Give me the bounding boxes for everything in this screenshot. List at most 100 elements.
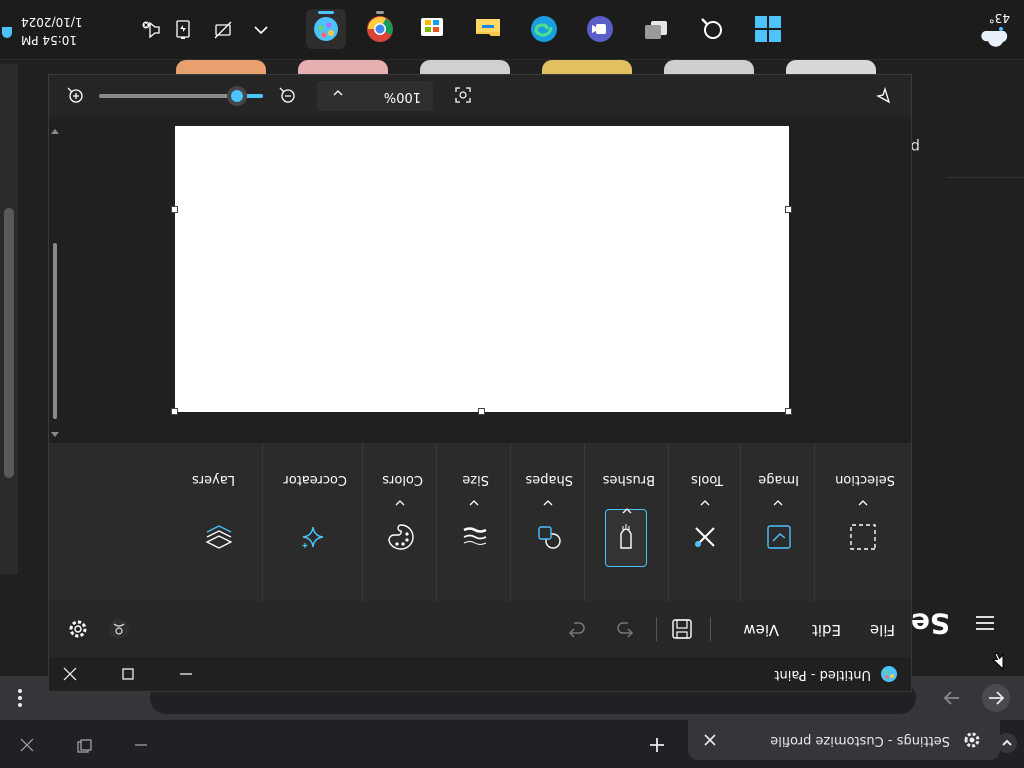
chrome-icon	[367, 16, 393, 42]
canvas-area	[49, 117, 911, 443]
image-icon[interactable]	[759, 517, 799, 557]
taskbar-chrome[interactable]	[360, 9, 400, 49]
chevron-down-icon[interactable]	[542, 500, 554, 513]
resize-handle[interactable]	[478, 408, 485, 415]
chevron-down-icon[interactable]	[468, 500, 480, 513]
shapes-icon[interactable]	[529, 517, 569, 557]
ribbon-label-image: Image	[758, 472, 799, 487]
undo-icon[interactable]	[613, 616, 639, 642]
zoom-dropdown[interactable]: 100%	[317, 81, 433, 111]
taskbar-paint[interactable]	[306, 9, 346, 49]
ribbon-group-brushes: Brushes	[584, 443, 669, 601]
layers-icon[interactable]	[199, 517, 239, 557]
ribbon-group-colors: Colors	[362, 443, 437, 601]
windows-logo-icon	[755, 16, 781, 42]
size-icon[interactable]	[455, 517, 495, 557]
menu-view[interactable]: View	[743, 621, 779, 639]
close-tab-icon[interactable]	[700, 730, 720, 750]
resize-handle[interactable]	[785, 206, 792, 213]
new-tab-icon[interactable]	[646, 734, 668, 756]
zoom-out-icon[interactable]	[277, 85, 297, 105]
scroll-down-icon[interactable]	[50, 127, 60, 137]
maximize-icon[interactable]	[117, 663, 139, 685]
taskbar-search[interactable]	[692, 9, 732, 49]
browser-tab-settings[interactable]: Settings - Customize profile	[688, 720, 1000, 760]
menu-file[interactable]: File	[870, 621, 895, 639]
close-icon[interactable]	[59, 663, 81, 685]
browser-tab-title: Settings - Customize profile	[770, 733, 950, 748]
chevron-down-icon[interactable]	[699, 500, 711, 513]
account-icon[interactable]	[109, 619, 129, 639]
page-scrollbar[interactable]	[0, 64, 18, 574]
taskbar-start[interactable]	[748, 9, 788, 49]
zoom-in-icon[interactable]	[65, 85, 85, 105]
minimize-icon[interactable]	[175, 663, 197, 685]
browser-tab-bar: Settings - Customize profile	[0, 720, 1024, 768]
drawing-canvas[interactable]	[175, 126, 789, 412]
tools-icon[interactable]	[685, 517, 725, 557]
ribbon-group-image: Image	[740, 443, 815, 601]
show-hidden-icons-chevron[interactable]	[250, 19, 272, 41]
back-button[interactable]	[982, 684, 1010, 712]
taskbar-clock[interactable]: 10:54 PM 1/10/2024	[21, 13, 121, 49]
chevron-down-icon[interactable]	[621, 508, 633, 521]
paint-statusbar: 100%	[49, 75, 911, 117]
forward-button[interactable]	[938, 684, 966, 712]
paint-titlebar: Untitled - Paint	[49, 657, 911, 691]
palette-icon[interactable]	[381, 517, 421, 557]
chevron-down-icon[interactable]	[857, 500, 869, 513]
divider	[946, 177, 1024, 178]
paint-ribbon: Selection Image Tools Brushes Shapes Siz…	[49, 443, 911, 601]
ribbon-label-cocreator: Cocreator	[283, 472, 347, 487]
taskbar-edge[interactable]	[524, 9, 564, 49]
paint-window-title: Untitled - Paint	[774, 667, 871, 682]
paint-app-icon	[879, 664, 899, 684]
taskbar-store[interactable]	[412, 9, 452, 49]
menu-dots-icon[interactable]	[6, 684, 34, 712]
restore-icon[interactable]	[74, 734, 96, 756]
ribbon-group-cocreator: Cocreator	[262, 443, 363, 601]
chevron-down-icon[interactable]	[394, 500, 406, 513]
ribbon-label-size: Size	[462, 472, 489, 487]
cloud-icon	[981, 27, 1008, 47]
fit-to-window-icon[interactable]	[453, 85, 473, 105]
taskbar-file-explorer[interactable]	[468, 9, 508, 49]
menu-divider	[656, 617, 657, 641]
ribbon-group-tools: Tools	[668, 443, 741, 601]
minimize-icon[interactable]	[130, 734, 152, 756]
edge-icon	[531, 16, 557, 42]
redo-icon[interactable]	[563, 616, 589, 642]
weather-temp: 43°	[988, 11, 1010, 25]
close-icon[interactable]	[16, 734, 38, 756]
chevron-down-icon[interactable]	[772, 500, 784, 513]
battery-icon[interactable]	[172, 19, 194, 41]
settings-gear-icon[interactable]	[65, 616, 91, 642]
scroll-up-icon[interactable]	[50, 429, 60, 439]
scrollbar-thumb[interactable]	[53, 243, 57, 419]
resize-handle[interactable]	[785, 408, 792, 415]
save-icon[interactable]	[669, 616, 695, 642]
ribbon-label-selection: Selection	[835, 472, 895, 487]
volume-muted-icon[interactable]	[140, 19, 162, 41]
gear-icon	[962, 730, 982, 750]
taskbar-teams[interactable]	[580, 9, 620, 49]
mouse-cursor-icon	[991, 652, 1004, 671]
taskbar-task-view[interactable]	[636, 9, 676, 49]
network-icon[interactable]	[212, 19, 234, 41]
resize-handle[interactable]	[171, 408, 178, 415]
hamburger-menu-icon[interactable]	[974, 612, 996, 634]
scrollbar-thumb[interactable]	[4, 208, 14, 478]
menu-edit[interactable]: Edit	[812, 621, 841, 639]
clock-time: 10:54 PM	[21, 33, 77, 47]
resize-handle[interactable]	[171, 206, 178, 213]
folder-icon	[476, 19, 500, 36]
canvas-scrollbar[interactable]	[50, 121, 60, 439]
selection-icon[interactable]	[843, 517, 883, 557]
zoom-slider-thumb[interactable]	[227, 86, 247, 106]
clock-date: 1/10/2024	[21, 15, 83, 29]
desktop-screen: Settings - Customize profile Set p Untit…	[0, 0, 1024, 768]
cocreator-sparkle-icon[interactable]	[293, 517, 333, 557]
ribbon-label-colors: Colors	[382, 472, 423, 487]
notification-bell-icon[interactable]	[0, 21, 14, 43]
weather-widget[interactable]: 43°	[964, 0, 1024, 59]
